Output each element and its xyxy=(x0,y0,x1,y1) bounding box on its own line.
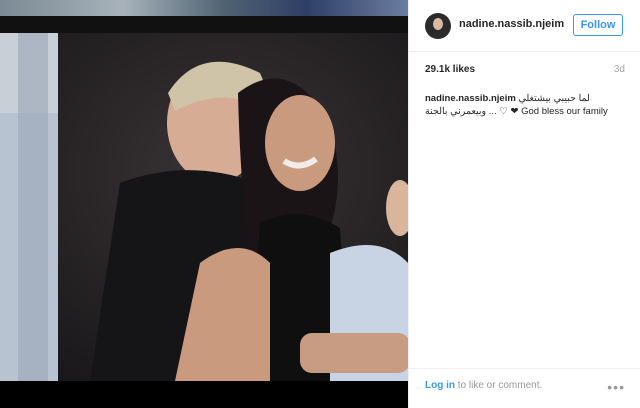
login-prompt: Log in to like or comment. xyxy=(425,380,542,391)
post-sidebar: nadine.nassib.njeim Follow 29.1k likes 3… xyxy=(408,0,640,408)
more-options-icon[interactable]: ••• xyxy=(607,379,625,395)
post-header: nadine.nassib.njeim Follow xyxy=(409,0,640,52)
photo-illustration xyxy=(0,33,408,381)
avatar[interactable] xyxy=(425,13,451,39)
likes-row: 29.1k likes 3d xyxy=(425,64,625,80)
follow-button[interactable]: Follow xyxy=(573,14,623,36)
login-prompt-text: to like or comment. xyxy=(455,380,543,391)
post-photo[interactable] xyxy=(0,33,408,381)
post-footer: Log in to like or comment. ••• xyxy=(409,368,640,408)
username-link[interactable]: nadine.nassib.njeim xyxy=(459,18,564,30)
likes-count[interactable]: 29.1k likes xyxy=(425,64,475,75)
photo-top-strip xyxy=(0,0,408,16)
photo-bottom-bar xyxy=(0,381,408,408)
post-timestamp[interactable]: 3d xyxy=(614,64,625,75)
caption: nadine.nassib.njeim لما حبيبي بيشتغلي وب… xyxy=(425,92,625,118)
login-link[interactable]: Log in xyxy=(425,380,455,391)
caption-username[interactable]: nadine.nassib.njeim xyxy=(425,93,516,104)
post-photo-pane[interactable] xyxy=(0,0,408,408)
